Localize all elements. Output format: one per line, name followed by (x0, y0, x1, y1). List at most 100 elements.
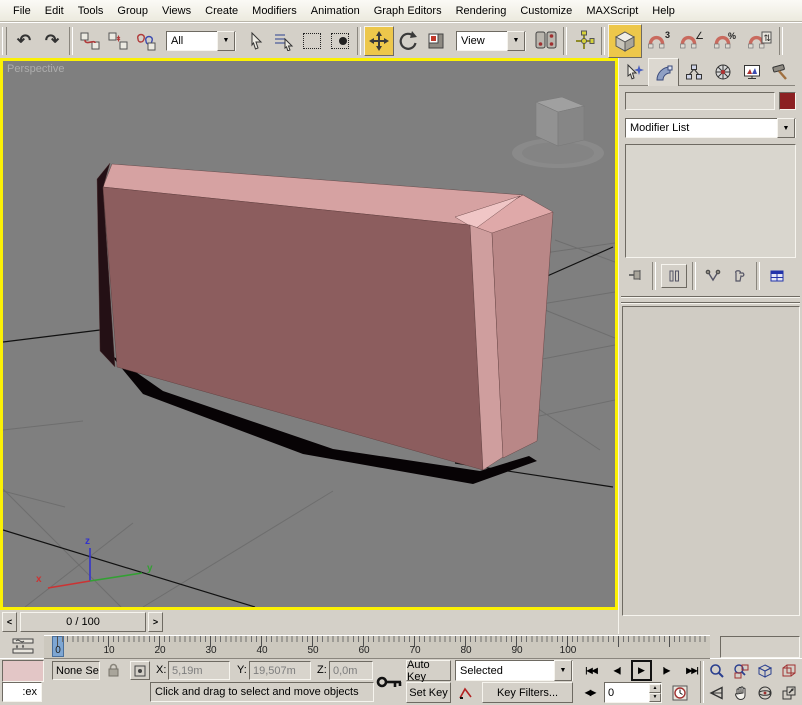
y-coordinate-field[interactable] (249, 661, 311, 680)
time-slider-right-arrow[interactable]: > (148, 612, 163, 632)
configure-modifier-sets-button[interactable] (765, 265, 789, 287)
menu-animation[interactable]: Animation (304, 2, 367, 20)
tab-hierarchy[interactable] (679, 58, 708, 86)
selection-filter-dropdown[interactable]: All ▼ (166, 31, 236, 51)
spinner-snap-button[interactable]: ⇅ (742, 27, 776, 55)
select-and-move-button[interactable] (364, 26, 394, 56)
tab-display[interactable] (737, 58, 766, 86)
dropdown-arrow-icon[interactable]: ▼ (217, 31, 235, 51)
unlink-selection-button[interactable] (104, 27, 132, 55)
frame-spinner[interactable]: ▲ ▼ (649, 684, 661, 702)
absolute-mode-toggle[interactable] (130, 661, 150, 680)
spinner-up-icon[interactable]: ▲ (649, 684, 661, 693)
zoom-extents-all-button[interactable] (778, 660, 800, 681)
object-color-swatch[interactable] (779, 92, 796, 110)
separator (692, 262, 696, 290)
track-bar-ruler[interactable]: 0 10 20 30 40 50 60 70 80 90 100 (44, 635, 710, 659)
tick-label: 0 (45, 645, 71, 656)
tab-utilities[interactable] (766, 58, 795, 86)
current-frame-field[interactable] (605, 684, 649, 701)
z-coordinate-label: Z: (317, 664, 327, 676)
zoom-extents-button[interactable] (754, 660, 776, 681)
mini-listener-pink-line[interactable] (2, 660, 44, 682)
remove-modifier-button[interactable] (727, 265, 751, 287)
select-object-button[interactable] (242, 27, 270, 55)
menu-help[interactable]: Help (645, 2, 682, 20)
auto-key-button[interactable]: Auto Key (406, 660, 451, 681)
menu-maxscript[interactable]: MAXScript (579, 2, 645, 20)
object-name-field[interactable] (625, 92, 775, 110)
key-mode-toggle-button[interactable]: ◀▶ (579, 682, 601, 703)
perspective-viewport[interactable]: z x y (0, 58, 618, 610)
menu-file[interactable]: File (6, 2, 38, 20)
snap-3d-button[interactable]: 3 (642, 27, 674, 55)
default-tangents-button[interactable] (455, 682, 477, 703)
dropdown-arrow-icon[interactable]: ▼ (507, 31, 525, 51)
z-coordinate-field[interactable] (329, 661, 373, 680)
use-pivot-point-center-button[interactable] (532, 27, 560, 55)
window-crossing-button[interactable] (326, 27, 354, 55)
set-keys-button[interactable] (376, 659, 404, 704)
arc-rotate-button[interactable] (754, 682, 776, 703)
show-end-result-button[interactable] (661, 264, 687, 288)
dropdown-arrow-icon[interactable]: ▼ (554, 660, 572, 681)
go-to-start-button[interactable]: |◀◀ (579, 660, 603, 681)
time-slider-left-arrow[interactable]: < (2, 612, 17, 632)
menu-rendering[interactable]: Rendering (449, 2, 514, 20)
spinner-down-icon[interactable]: ▼ (649, 693, 661, 702)
viewport-label[interactable]: Perspective (7, 63, 64, 75)
main-toolbar: ↶ ↷ All ▼ View ▼ (0, 22, 802, 58)
rectangular-selection-region-button[interactable] (298, 27, 326, 55)
dropdown-arrow-icon[interactable]: ▼ (777, 118, 795, 138)
select-by-name-button[interactable] (270, 27, 298, 55)
menu-group[interactable]: Group (110, 2, 155, 20)
play-animation-button[interactable]: ▶ (631, 660, 652, 681)
redo-button[interactable]: ↷ (38, 27, 66, 55)
mini-listener-white-line[interactable]: :ex (2, 682, 42, 702)
rollout-area[interactable] (622, 306, 800, 616)
menu-tools[interactable]: Tools (71, 2, 111, 20)
set-key-button[interactable]: Set Key (406, 682, 451, 703)
modifier-list-dropdown[interactable]: Modifier List ▼ (625, 118, 796, 138)
snaps-toggle-button[interactable] (608, 24, 642, 58)
time-slider[interactable]: 0 / 100 (20, 612, 146, 632)
menu-edit[interactable]: Edit (38, 2, 71, 20)
time-configuration-button[interactable] (668, 682, 692, 703)
tab-motion[interactable] (708, 58, 737, 86)
field-of-view-button[interactable] (706, 682, 728, 703)
select-and-manipulate-button[interactable] (570, 27, 598, 55)
bind-to-space-warp-button[interactable] (132, 27, 160, 55)
select-and-link-button[interactable] (76, 27, 104, 55)
reference-coordinate-system-dropdown[interactable]: View ▼ (456, 31, 526, 51)
angle-snap-button[interactable]: ∠ (674, 27, 708, 55)
key-filters-button[interactable]: Key Filters... (482, 682, 573, 703)
tab-modify[interactable] (648, 58, 679, 86)
make-unique-button[interactable] (701, 265, 725, 287)
open-mini-trackview-button[interactable] (8, 636, 38, 656)
pan-view-button[interactable] (730, 682, 752, 703)
min-max-toggle-button[interactable] (778, 682, 800, 703)
percent-snap-button[interactable]: % (708, 27, 742, 55)
zoom-all-button[interactable] (730, 660, 752, 681)
undo-button[interactable]: ↶ (10, 27, 38, 55)
tab-create[interactable] (619, 58, 648, 86)
x-coordinate-field[interactable] (168, 661, 230, 680)
zoom-all-icon (733, 663, 749, 679)
toolbar-grip[interactable] (2, 27, 7, 55)
key-mode-dropdown[interactable]: Selected ▼ (455, 660, 573, 681)
menu-customize[interactable]: Customize (513, 2, 579, 20)
menu-views[interactable]: Views (155, 2, 198, 20)
pin-stack-button[interactable] (623, 265, 647, 287)
menu-graph-editors[interactable]: Graph Editors (367, 2, 449, 20)
previous-frame-button[interactable]: ◀| (606, 660, 628, 681)
selection-lock-toggle[interactable] (104, 661, 122, 679)
select-and-scale-button[interactable] (422, 27, 450, 55)
menu-create[interactable]: Create (198, 2, 245, 20)
select-and-rotate-button[interactable] (394, 27, 422, 55)
next-frame-button[interactable]: |▶ (655, 660, 677, 681)
modifier-stack-list[interactable] (625, 144, 796, 258)
zoom-button[interactable] (706, 660, 728, 681)
undo-icon: ↶ (17, 31, 31, 51)
menu-modifiers[interactable]: Modifiers (245, 2, 304, 20)
zoom-extents-icon (757, 663, 773, 679)
